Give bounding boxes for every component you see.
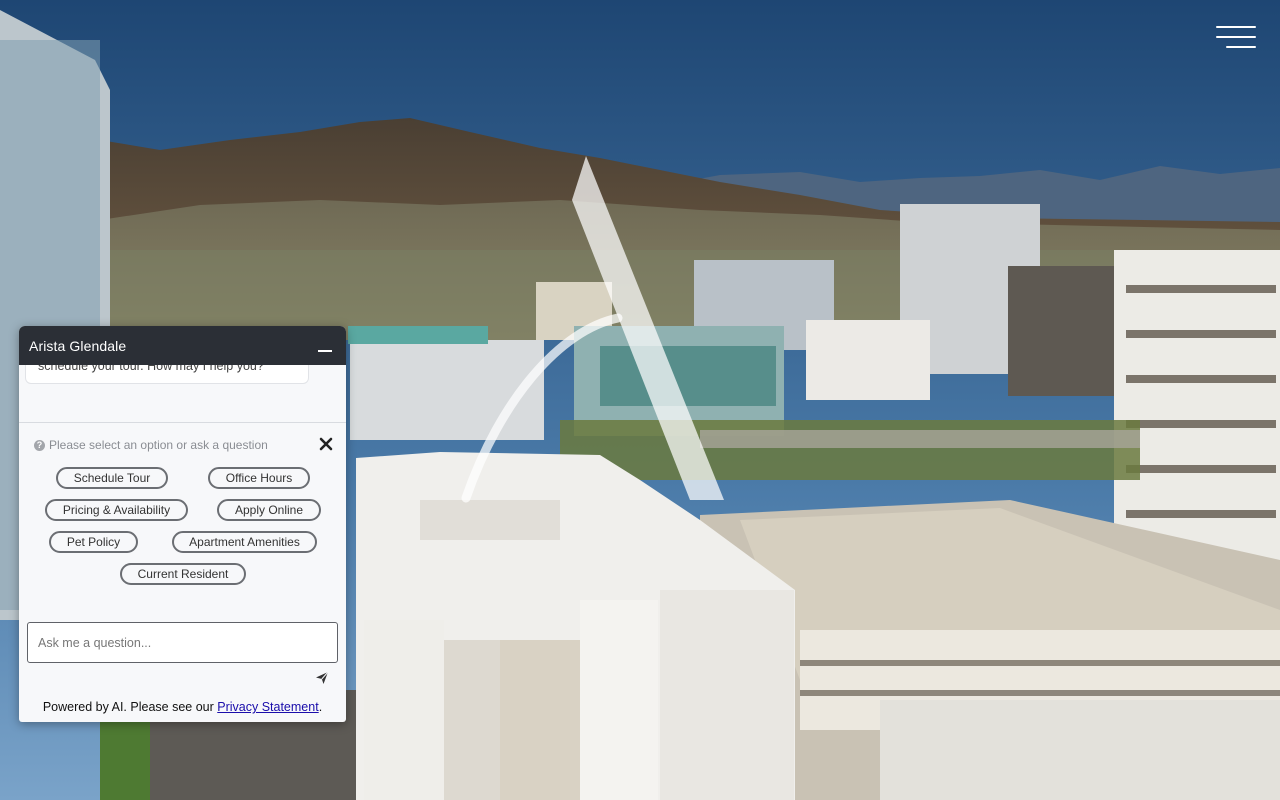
option-prompt-text: Please select an option or ask a questio… bbox=[49, 438, 268, 452]
send-icon[interactable] bbox=[315, 671, 331, 687]
send-icon-glyph bbox=[316, 671, 329, 684]
option-schedule-tour[interactable]: Schedule Tour bbox=[56, 467, 168, 489]
chat-header[interactable]: Arista Glendale bbox=[19, 326, 346, 365]
option-pet-policy[interactable]: Pet Policy bbox=[49, 531, 138, 553]
footer-text: Powered by AI. Please see our bbox=[42, 700, 218, 714]
footer-suffix: . bbox=[318, 700, 323, 714]
menu-bar-top bbox=[1216, 26, 1256, 28]
help-circle-icon: ? bbox=[34, 439, 45, 451]
chat-transcript[interactable]: schedule your tour. How may I help you? bbox=[19, 365, 346, 423]
option-prompt: ? Please select an option or ask a quest… bbox=[34, 438, 268, 452]
option-current-resident[interactable]: Current Resident bbox=[120, 563, 246, 585]
menu-bar-bottom bbox=[1226, 46, 1256, 48]
menu-bar-middle bbox=[1216, 36, 1256, 38]
chat-question-input[interactable] bbox=[27, 622, 338, 663]
bot-message-bubble: schedule your tour. How may I help you? bbox=[25, 365, 309, 384]
option-pricing-availability[interactable]: Pricing & Availability bbox=[45, 499, 188, 521]
option-apartment-amenities[interactable]: Apartment Amenities bbox=[172, 531, 317, 553]
hamburger-menu-icon[interactable] bbox=[1216, 26, 1256, 50]
chat-footer: Powered by AI. Please see our Privacy St… bbox=[19, 700, 346, 714]
option-apply-online[interactable]: Apply Online bbox=[217, 499, 321, 521]
chat-title: Arista Glendale bbox=[29, 337, 127, 354]
option-office-hours[interactable]: Office Hours bbox=[208, 467, 310, 489]
privacy-statement-link[interactable]: Privacy Statement bbox=[217, 700, 318, 714]
minimize-line bbox=[318, 350, 332, 352]
minimize-icon[interactable] bbox=[318, 340, 334, 354]
close-icon-glyph bbox=[319, 437, 333, 451]
chat-widget: Arista Glendale schedule your tour. How … bbox=[19, 326, 346, 722]
close-icon[interactable] bbox=[319, 437, 333, 451]
bot-message-text: schedule your tour. How may I help you? bbox=[38, 365, 264, 373]
